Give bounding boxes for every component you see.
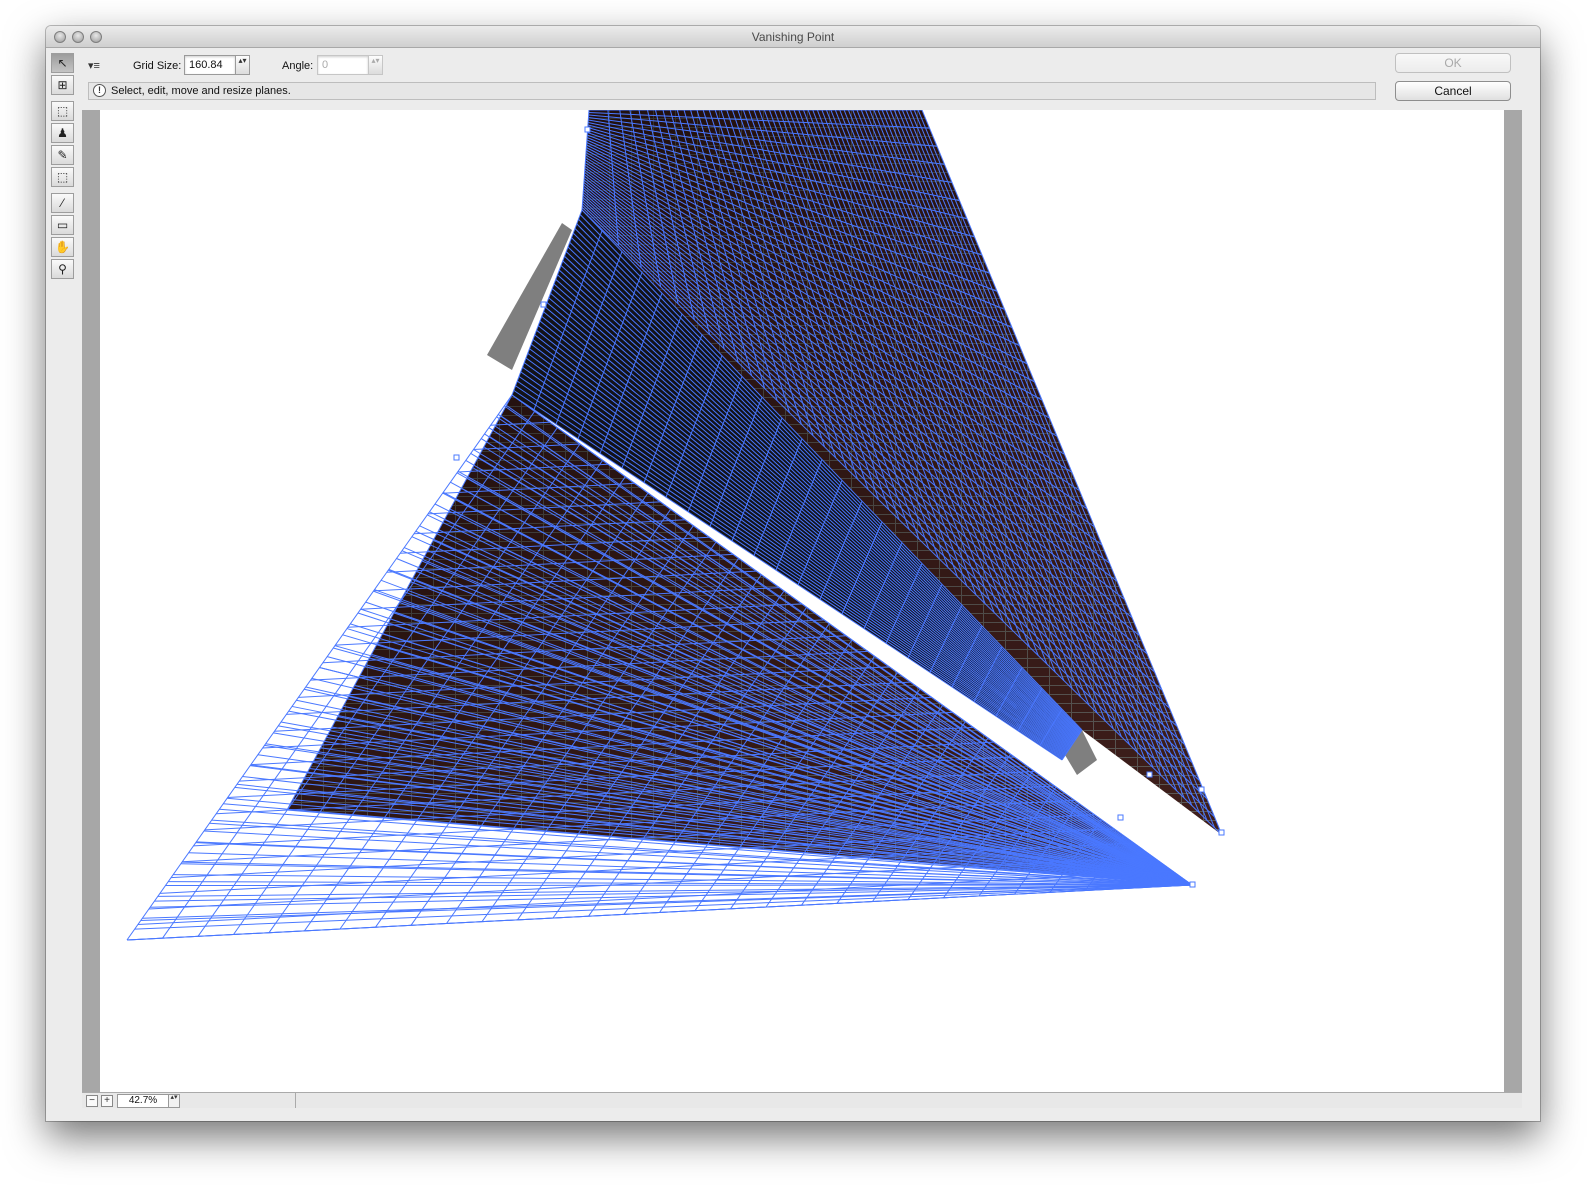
preview-canvas[interactable] xyxy=(82,110,1522,1092)
close-window-button[interactable] xyxy=(54,31,66,43)
angle-label: Angle: xyxy=(282,60,314,72)
minimize-window-button[interactable] xyxy=(72,31,84,43)
transform-tool[interactable]: ⬚ xyxy=(51,167,74,187)
zoom-window-button[interactable] xyxy=(90,31,102,43)
hand-tool[interactable]: ✋ xyxy=(51,237,74,257)
window-bottom xyxy=(46,1108,1540,1121)
zoom-level-field[interactable]: 42.7% xyxy=(117,1094,169,1108)
create-plane-tool[interactable]: ⊞ xyxy=(51,75,74,95)
stamp-tool[interactable]: ♟ xyxy=(51,123,74,143)
angle-field[interactable]: 0 xyxy=(317,55,369,75)
perspective-preview[interactable] xyxy=(82,110,1522,1092)
angle-stepper[interactable]: ▴▾ xyxy=(368,55,383,75)
grid-size-label: Grid Size: xyxy=(133,60,182,72)
tool-options-menu-icon[interactable]: ▾≡ xyxy=(88,59,100,72)
measure-tool[interactable]: ▭ xyxy=(51,215,74,235)
eyedropper-tool[interactable]: ⁄ xyxy=(51,193,74,213)
zoom-in-button[interactable]: + xyxy=(101,1095,113,1107)
zoom-bar: − + 42.7% ▴▾ xyxy=(82,1092,1522,1109)
marquee-tool[interactable]: ⬚ xyxy=(51,101,74,121)
zoom-out-button[interactable]: − xyxy=(86,1095,98,1107)
tool-options-bar: ▾≡ Grid Size: 160.84 ▴▾ Angle: 0 ▴▾ xyxy=(46,49,1540,83)
zoom-level-stepper[interactable]: ▴▾ xyxy=(168,1094,180,1108)
info-icon: ! xyxy=(93,84,106,97)
vertical-scrollbar[interactable] xyxy=(1522,110,1540,1092)
ok-button[interactable]: OK xyxy=(1395,53,1511,73)
grid-size-stepper[interactable]: ▴▾ xyxy=(235,55,250,75)
grid-size-field[interactable]: 160.84 xyxy=(184,55,236,75)
vanishing-point-window: Vanishing Point ▾≡ Grid Size: 160.84 ▴▾ … xyxy=(46,26,1540,1121)
title-bar: Vanishing Point xyxy=(46,26,1540,48)
status-bar: ! Select, edit, move and resize planes. xyxy=(88,82,1376,100)
zoom-bar-divider xyxy=(295,1093,296,1109)
zoom-tool[interactable]: ⚲ xyxy=(51,259,74,279)
brush-tool[interactable]: ✎ xyxy=(51,145,74,165)
window-title: Vanishing Point xyxy=(751,30,835,44)
edit-plane-tool[interactable]: ↖ xyxy=(51,53,74,73)
cancel-button[interactable]: Cancel xyxy=(1395,81,1511,101)
tool-palette: ↖ ⊞ ⬚ ♟ ✎ ⬚ ⁄ ▭ ✋ ⚲ xyxy=(51,53,75,281)
status-message: Select, edit, move and resize planes. xyxy=(111,85,291,97)
